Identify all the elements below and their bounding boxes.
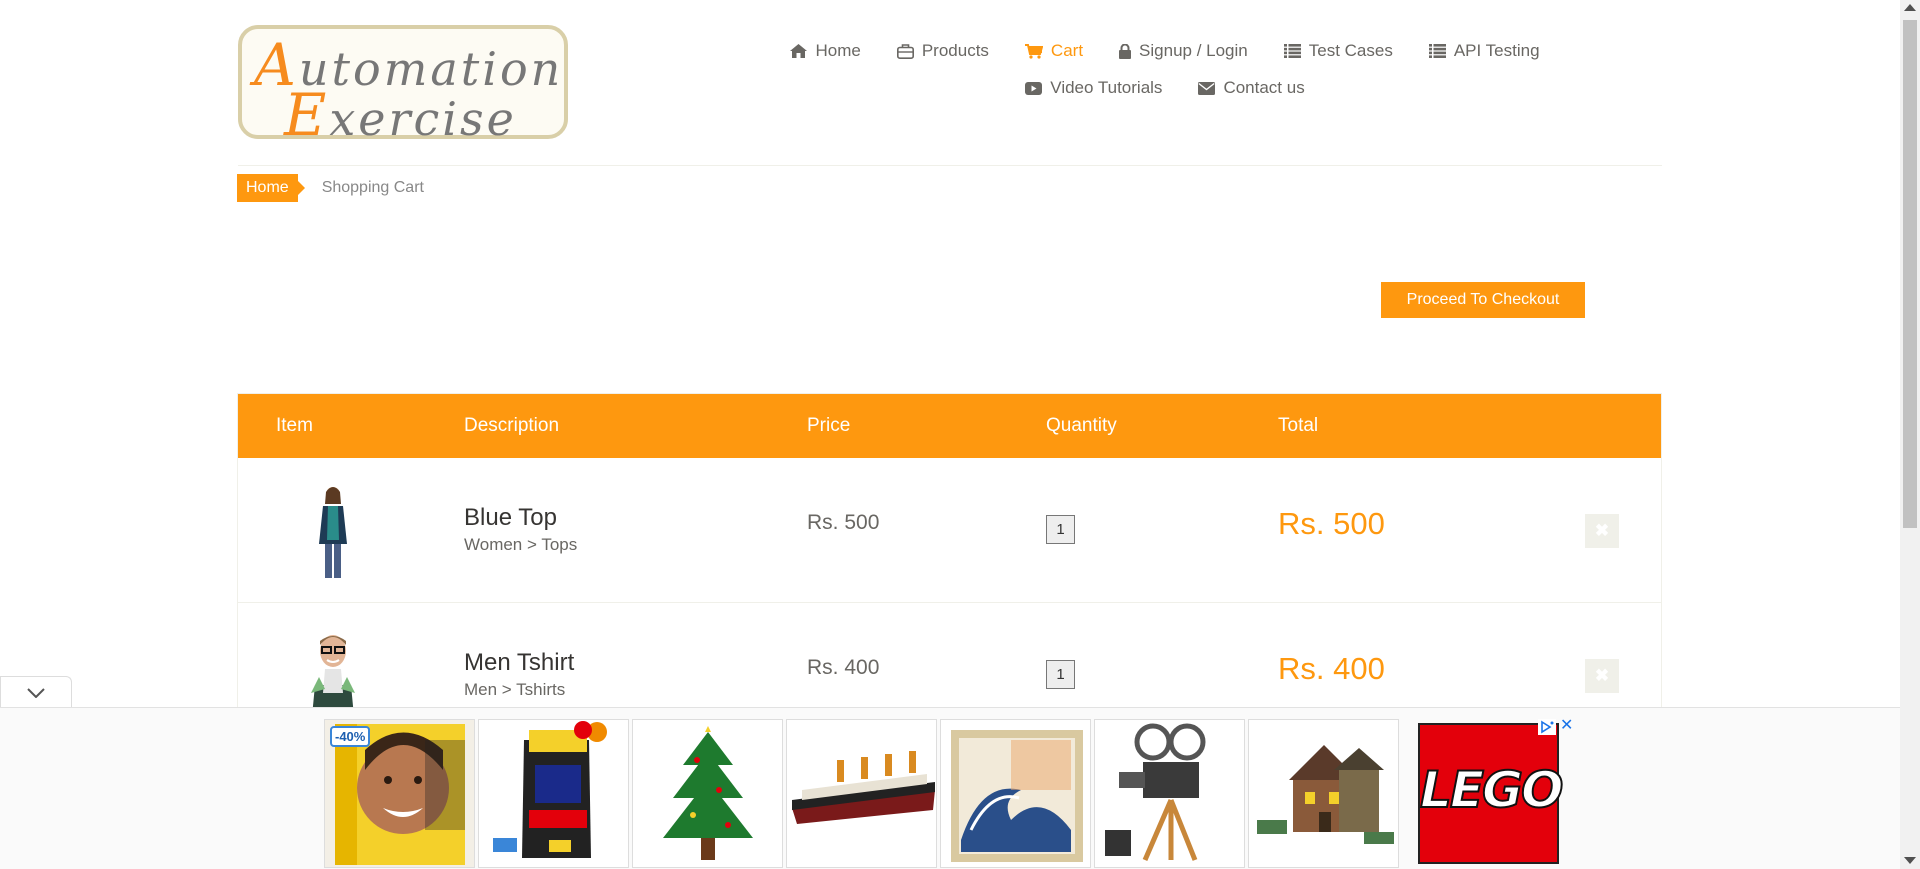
nav-video-tutorials-label: Video Tutorials: [1050, 78, 1163, 97]
page-scrollbar-thumb[interactable]: [1903, 20, 1917, 528]
shopping-cart-icon: [1024, 43, 1043, 59]
adchoices-icon[interactable]: [1538, 719, 1556, 735]
product-name-link[interactable]: Men Tshirt: [464, 649, 574, 677]
logo-line-2: Exercise: [284, 81, 517, 149]
column-header-description: Description: [464, 415, 560, 436]
youtube-play-icon: [1025, 81, 1043, 95]
list-icon: [1428, 44, 1446, 58]
proceed-to-checkout-button[interactable]: Proceed To Checkout: [1381, 282, 1585, 318]
nav-cart[interactable]: Cart: [1007, 38, 1101, 64]
nav-products[interactable]: Products: [879, 38, 1007, 64]
scroll-up-arrow-icon[interactable]: [1904, 4, 1916, 11]
christmas-tree-image: [633, 720, 782, 867]
nav-signup-login-label: Signup / Login: [1139, 41, 1248, 60]
ad-product-tile[interactable]: [632, 719, 783, 868]
scroll-down-arrow-icon[interactable]: [1904, 857, 1916, 864]
haunted-house-image: [1249, 720, 1398, 867]
nav-test-cases[interactable]: Test Cases: [1266, 38, 1411, 64]
quantity-display: 1: [1046, 660, 1075, 689]
quantity-display: 1: [1046, 515, 1075, 544]
delete-item-button[interactable]: ✖: [1585, 659, 1619, 693]
nav-api-testing-label: API Testing: [1453, 41, 1540, 60]
lock-icon: [1119, 43, 1132, 59]
nav-cart-label: Cart: [1050, 41, 1084, 60]
column-header-price: Price: [807, 415, 851, 436]
nav-signup-login[interactable]: Signup / Login: [1101, 38, 1266, 64]
ad-close-icon[interactable]: ✕: [1560, 717, 1576, 735]
product-category: Women > Tops: [464, 535, 578, 554]
nav-home-label: Home: [815, 41, 861, 60]
nav-home[interactable]: Home: [772, 38, 878, 64]
chevron-down-icon: [27, 687, 45, 698]
titanic-ship-image: [787, 720, 936, 867]
row-total: Rs. 500: [1278, 506, 1385, 541]
cart-row: Blue Top Women > Tops Rs. 500 1 Rs. 500 …: [238, 458, 1661, 603]
home-icon: [790, 44, 808, 58]
breadcrumb-home-link[interactable]: Home: [237, 174, 305, 202]
breadcrumb: Home Shopping Cart: [237, 174, 424, 202]
nav-contact-us-label: Contact us: [1223, 78, 1305, 97]
great-wave-art-image: [941, 720, 1090, 867]
lego-logo[interactable]: LEGO: [1418, 723, 1565, 864]
lego-logo-text: LEGO: [1419, 760, 1565, 820]
product-category: Men > Tshirts: [464, 680, 566, 699]
product-image-blue-top[interactable]: [303, 482, 363, 582]
pac-man-arcade-image: [479, 720, 628, 867]
nav-contact-us[interactable]: Contact us: [1180, 75, 1322, 101]
breadcrumb-current: Shopping Cart: [321, 179, 424, 196]
envelope-icon: [1198, 81, 1216, 95]
cart-table-header: Item Description Price Quantity Total: [238, 394, 1661, 458]
nav-video-tutorials[interactable]: Video Tutorials: [1007, 75, 1180, 101]
cart-table: Item Description Price Quantity Total Bl…: [237, 393, 1662, 713]
ad-collapse-toggle[interactable]: [0, 676, 72, 708]
site-logo[interactable]: Automation Exercise: [238, 25, 568, 149]
main-nav: Home Products Cart Signup / Login Test C…: [735, 38, 1595, 101]
product-price: Rs. 400: [807, 656, 880, 679]
vintage-movie-camera-image: [1095, 720, 1244, 867]
ad-product-tile[interactable]: [1248, 719, 1399, 868]
discount-badge: -40%: [330, 726, 371, 747]
ad-product-tile[interactable]: [478, 719, 629, 868]
ad-product-tile[interactable]: [1094, 719, 1245, 868]
product-price: Rs. 500: [807, 511, 880, 534]
site-header: Automation Exercise Home Products Cart S…: [0, 0, 1900, 166]
briefcase-icon: [896, 43, 914, 59]
nav-products-label: Products: [921, 41, 989, 60]
cart-row: Men Tshirt Men > Tshirts Rs. 400 1 Rs. 4…: [238, 603, 1661, 713]
nav-api-testing[interactable]: API Testing: [1411, 38, 1558, 64]
ad-product-tile[interactable]: [940, 719, 1091, 868]
column-header-item: Item: [276, 415, 313, 436]
ad-product-tile[interactable]: [786, 719, 937, 868]
ad-product-tile[interactable]: -40%: [324, 719, 475, 868]
header-divider: [238, 165, 1662, 166]
product-name-link[interactable]: Blue Top: [464, 504, 557, 532]
delete-item-button[interactable]: ✖: [1585, 514, 1619, 548]
column-header-quantity: Quantity: [1046, 415, 1117, 436]
row-total: Rs. 400: [1278, 651, 1385, 686]
nav-test-cases-label: Test Cases: [1308, 41, 1393, 60]
list-icon: [1283, 44, 1301, 58]
product-image-men-tshirt[interactable]: [303, 627, 363, 713]
column-header-total: Total: [1278, 415, 1319, 436]
